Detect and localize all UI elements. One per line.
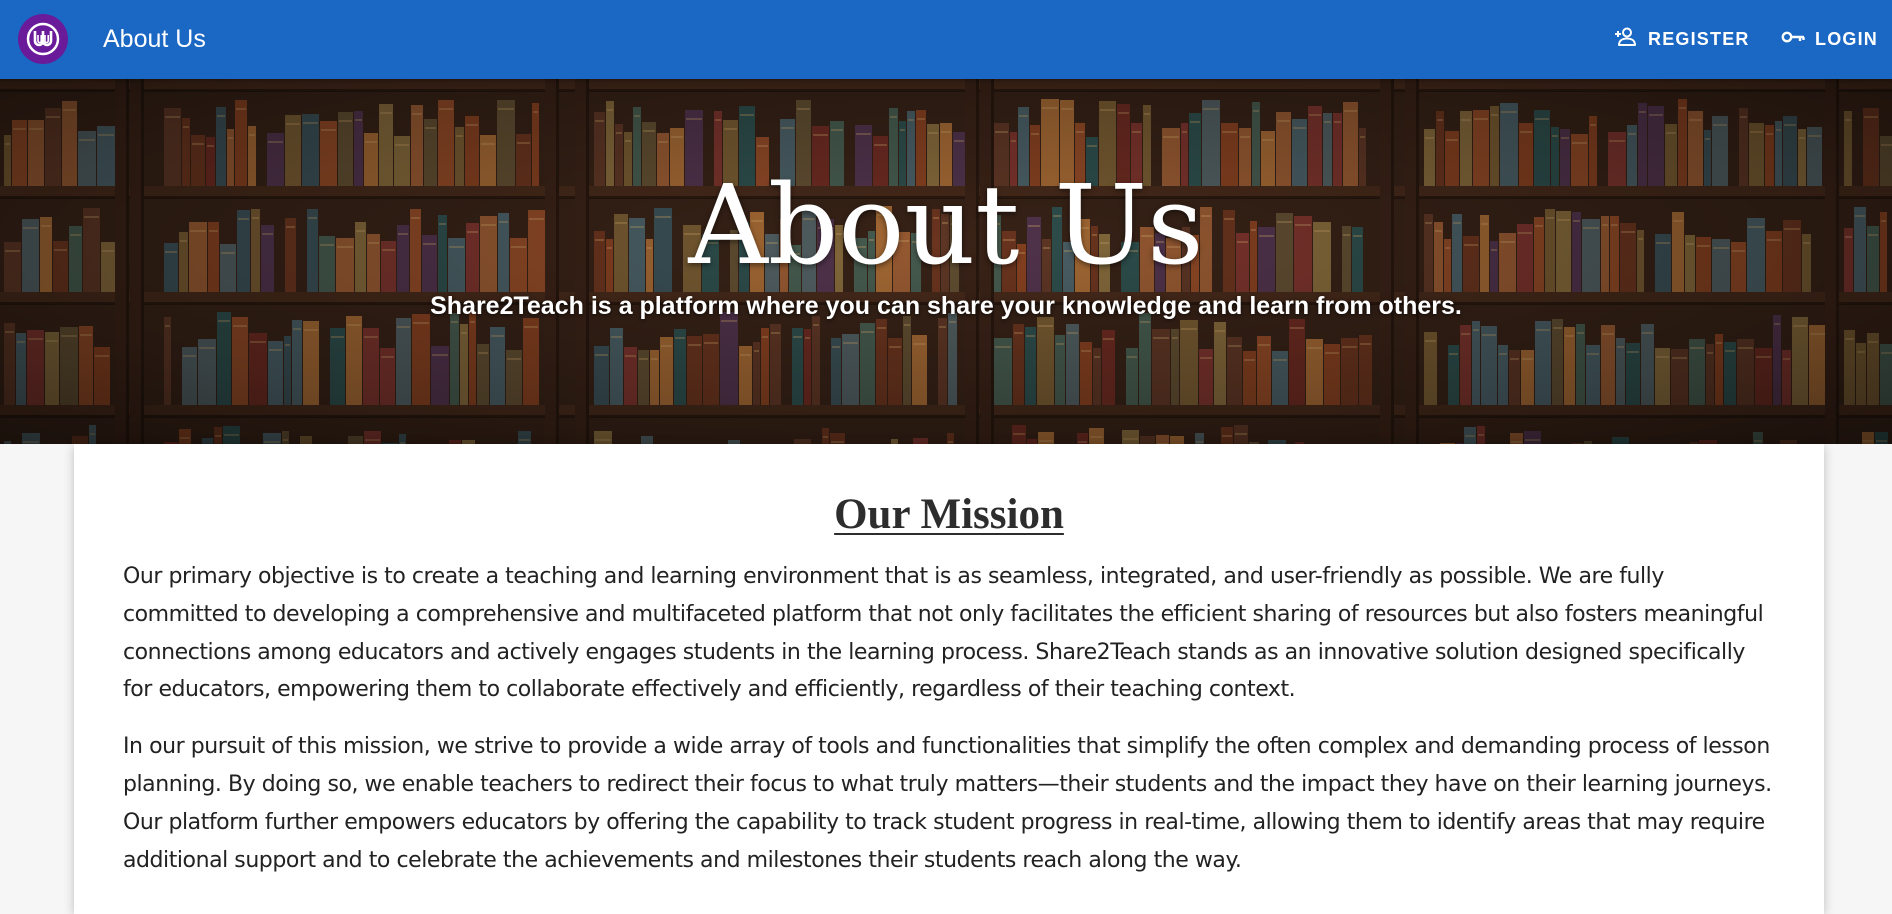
hero-title: About Us — [688, 161, 1204, 289]
hero-subtitle: Share2Teach is a platform where you can … — [430, 292, 1462, 320]
key-icon — [1781, 29, 1805, 50]
university-logo-icon[interactable] — [18, 14, 68, 64]
login-label: LOGIN — [1815, 29, 1878, 49]
hero-banner: About Us Share2Teach is a platform where… — [0, 79, 1892, 444]
mission-heading: Our Mission — [834, 491, 1064, 538]
mission-paragraph-2: In our pursuit of this mission, we striv… — [123, 734, 1772, 873]
person-add-icon — [1614, 26, 1638, 53]
login-button[interactable]: LOGIN — [1781, 0, 1878, 79]
top-app-bar: About Us REGISTER LOGIN — [0, 0, 1892, 79]
app-title: About Us — [103, 25, 206, 53]
mission-paragraph-1: Our primary objective is to create a tea… — [123, 564, 1764, 703]
register-label: REGISTER — [1648, 29, 1750, 49]
mission-card: Our Mission Our primary objective is to … — [74, 444, 1824, 914]
register-button[interactable]: REGISTER — [1614, 0, 1750, 79]
